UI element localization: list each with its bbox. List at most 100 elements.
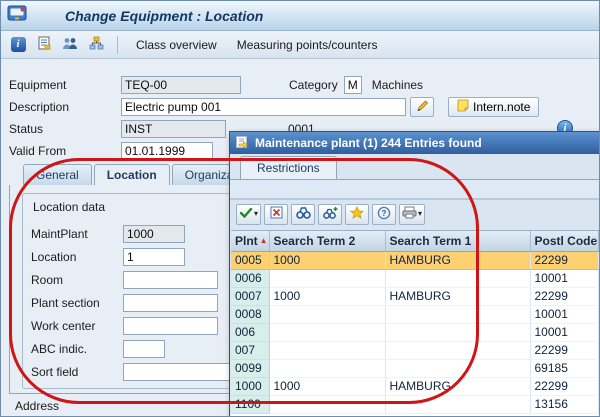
table-cell[interactable] — [269, 323, 385, 341]
field-input-location[interactable] — [123, 248, 185, 266]
application-toolbar: i — [1, 31, 599, 59]
address-section-label: Address — [15, 399, 59, 413]
field-input-room[interactable] — [123, 271, 218, 289]
table-row[interactable]: 00071000HAMBURG22299 — [231, 287, 599, 305]
table-cell[interactable]: 69185 — [530, 359, 599, 377]
svg-text:?: ? — [382, 209, 387, 218]
table-cell[interactable]: 10001 — [530, 323, 599, 341]
valid-from-field[interactable] — [121, 142, 213, 160]
valid-from-label: Valid From — [9, 144, 121, 158]
table-row[interactable]: 0006 10001 — [231, 269, 599, 287]
category-field[interactable] — [344, 76, 362, 94]
table-cell[interactable]: HAMBURG — [385, 251, 530, 269]
class-overview-button[interactable]: Class overview — [128, 36, 225, 54]
confirm-button[interactable]: ▾ — [236, 204, 261, 225]
table-row[interactable]: 00051000HAMBURG22299 — [231, 251, 599, 269]
info-button[interactable]: i — [7, 34, 29, 56]
table-cell[interactable]: 22299 — [530, 287, 599, 305]
print-button[interactable]: ▾ — [399, 204, 425, 225]
table-cell[interactable]: 10001 — [530, 305, 599, 323]
equipment-field[interactable] — [121, 76, 241, 94]
measuring-points-button[interactable]: Measuring points/counters — [229, 36, 386, 54]
table-cell[interactable]: 0008 — [231, 305, 269, 323]
table-cell[interactable] — [385, 341, 530, 359]
table-cell[interactable]: 0007 — [231, 287, 269, 305]
table-cell[interactable]: 0099 — [231, 359, 269, 377]
status-label: Status — [9, 122, 121, 136]
table-cell[interactable] — [269, 395, 385, 413]
table-cell[interactable]: 1000 — [269, 287, 385, 305]
field-input-abc-indic-[interactable] — [123, 340, 165, 358]
table-cell[interactable]: 1100 — [231, 395, 269, 413]
table-cell[interactable]: 22299 — [530, 377, 599, 395]
table-cell[interactable]: 22299 — [530, 341, 599, 359]
find-icon — [296, 206, 311, 222]
edit-description-button[interactable] — [410, 97, 434, 117]
restrictions-panel — [230, 180, 600, 200]
intern-note-button[interactable]: Intern.note — [448, 97, 539, 117]
table-cell[interactable] — [269, 269, 385, 287]
table-cell[interactable] — [385, 323, 530, 341]
popup-titlebar: Maintenance plant (1) 244 Entries found — [230, 132, 600, 154]
table-cell[interactable]: 13156 — [530, 395, 599, 413]
table-cell[interactable] — [385, 269, 530, 287]
table-cell[interactable] — [385, 395, 530, 413]
table-cell[interactable]: 22299 — [530, 251, 599, 269]
table-cell[interactable]: 1000 — [231, 377, 269, 395]
note-icon — [457, 99, 469, 115]
table-cell[interactable]: 006 — [231, 323, 269, 341]
field-label: Work center — [31, 319, 123, 333]
description-label: Description — [9, 100, 121, 114]
table-cell[interactable]: 007 — [231, 341, 269, 359]
table-cell[interactable] — [385, 359, 530, 377]
worklist-button[interactable] — [33, 34, 55, 56]
app-icon[interactable] — [7, 5, 27, 26]
find-next-button[interactable] — [318, 204, 342, 225]
popup-title: Maintenance plant (1) 244 Entries found — [255, 136, 482, 150]
close-button[interactable] — [264, 204, 288, 225]
column-header-search-term-2[interactable]: Search Term 2 — [269, 231, 385, 251]
table-cell[interactable]: 1000 — [269, 251, 385, 269]
favorites-icon — [350, 206, 364, 222]
table-row[interactable]: 006 10001 — [231, 323, 599, 341]
column-header-search-term-1[interactable]: Search Term 1 — [385, 231, 530, 251]
table-row[interactable]: 007 22299 — [231, 341, 599, 359]
structure-button[interactable] — [85, 34, 107, 56]
status-field[interactable] — [121, 120, 226, 138]
table-cell[interactable] — [269, 359, 385, 377]
field-input-work-center[interactable] — [123, 317, 218, 335]
popup-toolbar: ▾ — [230, 200, 600, 228]
find-button[interactable] — [291, 204, 315, 225]
column-header-plnt[interactable]: Plnt▲ — [231, 231, 269, 251]
tab-restrictions[interactable]: Restrictions — [240, 156, 337, 180]
table-row[interactable]: 1100 13156 — [231, 395, 599, 413]
description-field[interactable] — [121, 98, 406, 116]
table-row[interactable]: 10001000HAMBURG22299 — [231, 377, 599, 395]
partners-button[interactable] — [59, 34, 81, 56]
table-cell[interactable]: 1000 — [269, 377, 385, 395]
table-header-row: Plnt▲ Search Term 2 Search Term 1 Postl … — [231, 231, 599, 251]
field-input-plant-section[interactable] — [123, 294, 218, 312]
table-cell[interactable]: 10001 — [530, 269, 599, 287]
category-label: Category — [289, 78, 338, 92]
table-row[interactable]: 0099 69185 — [231, 359, 599, 377]
table-cell[interactable]: 0005 — [231, 251, 269, 269]
column-header-postl-code[interactable]: Postl Code — [530, 231, 599, 251]
tab-location[interactable]: Location — [94, 164, 170, 186]
description-row: Description Intern.note — [9, 97, 591, 117]
favorites-button[interactable] — [345, 204, 369, 225]
close-icon — [270, 206, 283, 222]
table-cell[interactable] — [385, 305, 530, 323]
help-button[interactable]: ? — [372, 204, 396, 225]
table-cell[interactable] — [269, 341, 385, 359]
table-row[interactable]: 0008 10001 — [231, 305, 599, 323]
table-cell[interactable] — [269, 305, 385, 323]
field-input-maintplant[interactable] — [123, 225, 185, 243]
table-cell[interactable]: HAMBURG — [385, 287, 530, 305]
tab-general[interactable]: General — [23, 164, 92, 186]
table-cell[interactable]: HAMBURG — [385, 377, 530, 395]
field-input-sort-field[interactable] — [123, 363, 241, 381]
pencil-icon — [416, 99, 429, 115]
worklist-icon — [37, 36, 51, 53]
table-cell[interactable]: 0006 — [231, 269, 269, 287]
